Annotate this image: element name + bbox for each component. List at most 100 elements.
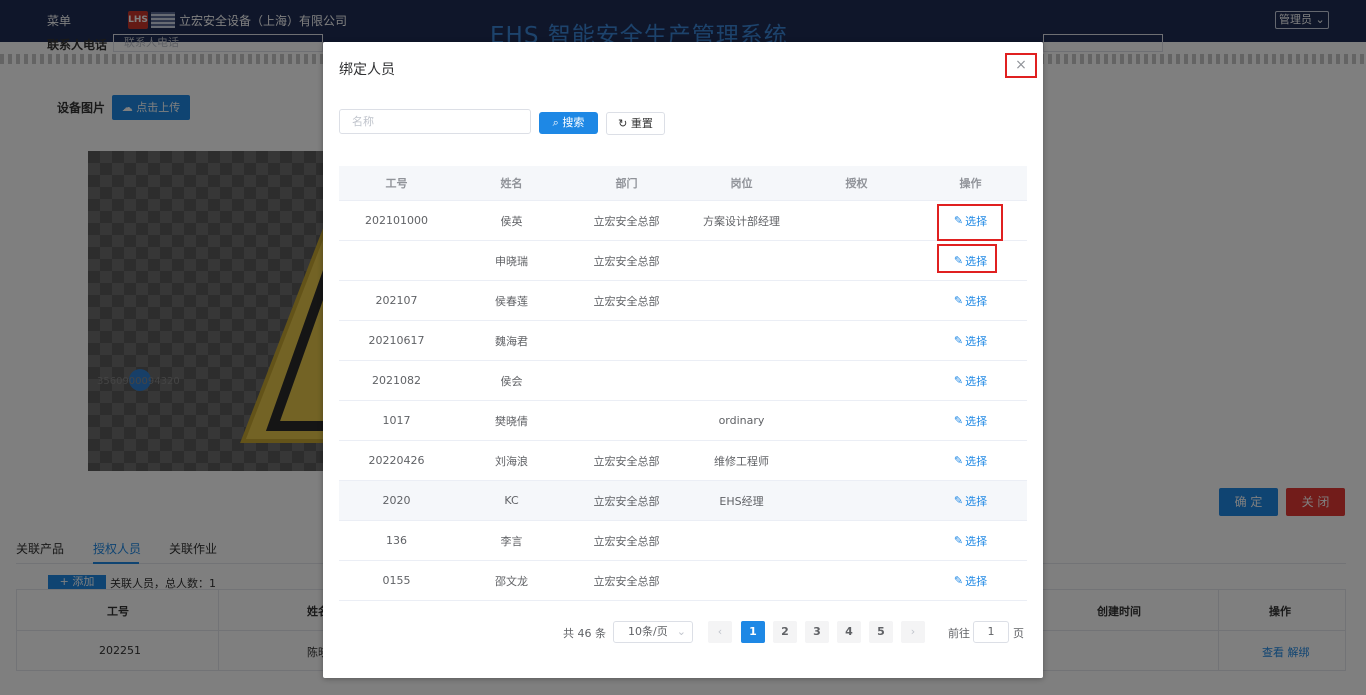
cell-id: 202101000 (365, 214, 428, 227)
column-header-name: 姓名 (500, 177, 523, 190)
cell-actions: ✎ 选择 (914, 441, 1027, 480)
table-row: 202107 侯春莲 立宏安全总部 ✎ 选择 (339, 281, 1027, 321)
table-row: 0155 邵文龙 立宏安全总部 ✎ 选择 (339, 561, 1027, 601)
goto-label: 前往 (948, 627, 970, 640)
page-button-3[interactable]: 3 (805, 621, 829, 643)
page-button-2[interactable]: 2 (773, 621, 797, 643)
edit-icon: ✎ (953, 374, 964, 387)
cell-id: 2020 (382, 494, 411, 507)
page-button-1[interactable]: 1 (741, 621, 765, 643)
chevron-down-icon: ⌄ (676, 625, 686, 638)
cell-id (339, 241, 454, 280)
reset-button[interactable]: ↻ 重置 (606, 112, 665, 135)
cell-position: 维修工程师 (714, 454, 769, 468)
page-button-5[interactable]: 5 (869, 621, 893, 643)
select-person-button[interactable]: ✎ 选择 (954, 533, 987, 549)
cell-name: KC (504, 494, 519, 507)
table-row: 20220426 刘海浪 立宏安全总部 维修工程师 ✎ 选择 (339, 441, 1027, 481)
select-label: 选择 (965, 534, 988, 548)
column-header-department: 部门 (615, 177, 638, 190)
reset-button-label: 重置 (630, 117, 653, 130)
cell-authorization (799, 361, 914, 400)
cell-position: ordinary (718, 414, 765, 427)
cell-actions: ✎ 选择 (914, 401, 1027, 440)
cell-actions: ✎ 选择 (914, 321, 1027, 360)
cell-name: 李言 (500, 534, 523, 548)
edit-icon: ✎ (953, 334, 964, 347)
column-header-id: 工号 (385, 177, 408, 190)
cell-department: 立宏安全总部 (593, 294, 660, 308)
select-label: 选择 (965, 574, 988, 588)
cell-position (684, 521, 799, 560)
cell-id: 136 (386, 534, 407, 547)
edit-icon: ✎ (953, 254, 964, 267)
cell-actions: ✎ 选择 (914, 361, 1027, 400)
select-person-button[interactable]: ✎ 选择 (954, 493, 987, 509)
page-button-4[interactable]: 4 (837, 621, 861, 643)
table-row: 2020 KC 立宏安全总部 EHS经理 ✎ 选择 (339, 481, 1027, 521)
cell-authorization (799, 321, 914, 360)
select-person-button[interactable]: ✎ 选择 (954, 253, 987, 269)
cell-actions: ✎ 选择 (914, 521, 1027, 560)
cell-department (569, 321, 684, 360)
cell-authorization (799, 521, 914, 560)
table-row: 2021082 侯会 ✎ 选择 (339, 361, 1027, 401)
cell-department: 立宏安全总部 (593, 254, 660, 268)
table-header: 工号 姓名 部门 岗位 授权 操作 (339, 166, 1027, 201)
cell-actions: ✎ 选择 (914, 561, 1027, 600)
select-person-button[interactable]: ✎ 选择 (954, 213, 987, 229)
table-row: 136 李言 立宏安全总部 ✎ 选择 (339, 521, 1027, 561)
table-row: 1017 樊晓倩 ordinary ✎ 选择 (339, 401, 1027, 441)
total-count: 共 46 条 (563, 627, 606, 640)
name-search-input[interactable]: 名称 (339, 109, 531, 134)
cell-name: 邵文龙 (495, 574, 528, 588)
cell-position: EHS经理 (719, 494, 764, 508)
cell-id: 20220426 (368, 454, 425, 467)
search-button[interactable]: ⌕ 搜索 (539, 112, 598, 134)
cell-department (569, 401, 684, 440)
bind-person-dialog: 绑定人员 × 名称 ⌕ 搜索 ↻ 重置 工号 姓名 部门 岗位 授权 操作 20… (323, 42, 1043, 678)
edit-icon: ✎ (953, 454, 964, 467)
select-person-button[interactable]: ✎ 选择 (954, 453, 987, 469)
select-person-button[interactable]: ✎ 选择 (954, 373, 987, 389)
select-label: 选择 (965, 374, 988, 388)
select-person-button[interactable]: ✎ 选择 (954, 293, 987, 309)
cell-position (684, 561, 799, 600)
cell-department: 立宏安全总部 (593, 454, 660, 468)
search-icon: ⌕ (552, 116, 563, 129)
select-label: 选择 (965, 294, 988, 308)
cell-authorization (799, 201, 914, 240)
edit-icon: ✎ (953, 574, 964, 587)
edit-icon: ✎ (953, 294, 964, 307)
search-button-label: 搜索 (562, 116, 585, 129)
select-person-button[interactable]: ✎ 选择 (954, 573, 987, 589)
select-person-button[interactable]: ✎ 选择 (954, 413, 987, 429)
person-table: 工号 姓名 部门 岗位 授权 操作 202101000 侯英 立宏安全总部 方案设计部… (339, 166, 1027, 601)
cell-authorization (799, 481, 914, 520)
goto-page-input[interactable]: 1 (973, 621, 1009, 643)
edit-icon: ✎ (953, 494, 964, 507)
cell-department: 立宏安全总部 (593, 494, 660, 508)
prev-page-button[interactable]: ‹ (708, 621, 732, 643)
select-label: 选择 (965, 254, 988, 268)
table-row: 申晓瑞 立宏安全总部 ✎ 选择 (339, 241, 1027, 281)
cell-authorization (799, 281, 914, 320)
cell-id: 0155 (382, 574, 411, 587)
close-icon[interactable]: × (1005, 53, 1037, 78)
cell-id: 202107 (375, 294, 418, 307)
cell-position (684, 321, 799, 360)
cell-authorization (799, 441, 914, 480)
edit-icon: ✎ (953, 534, 964, 547)
cell-department: 立宏安全总部 (593, 214, 660, 228)
cell-name: 樊晓倩 (495, 414, 528, 428)
page-size-select[interactable]: 10条/页 ⌄ (613, 621, 693, 643)
select-person-button[interactable]: ✎ 选择 (954, 333, 987, 349)
cell-department: 立宏安全总部 (593, 574, 660, 588)
next-page-button[interactable]: › (901, 621, 925, 643)
column-header-actions: 操作 (959, 177, 982, 190)
cell-name: 刘海浪 (495, 454, 528, 468)
cell-actions: ✎ 选择 (914, 481, 1027, 520)
edit-icon: ✎ (953, 214, 964, 227)
cell-actions: ✎ 选择 (914, 241, 1027, 280)
cell-id: 1017 (382, 414, 411, 427)
